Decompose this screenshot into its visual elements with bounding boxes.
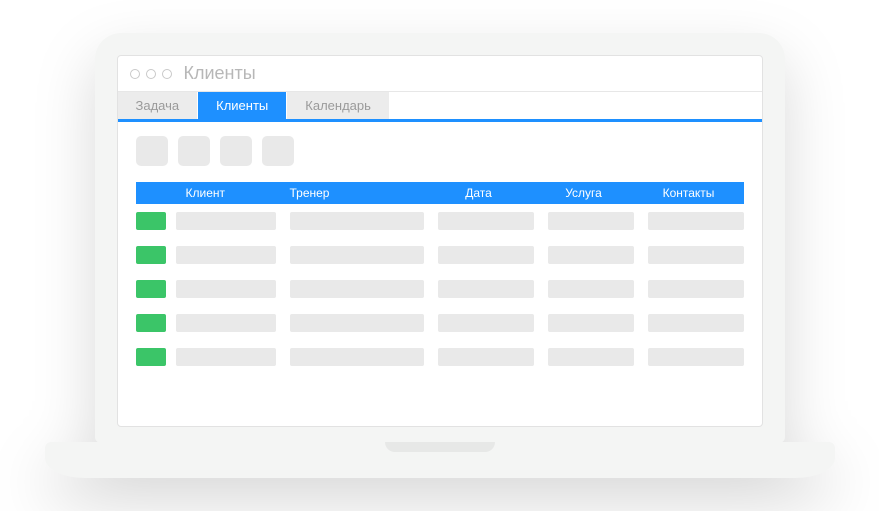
- status-badge: [136, 314, 166, 332]
- status-badge: [136, 348, 166, 366]
- cell-service: [548, 212, 634, 230]
- table-header: Клиент Тренер Дата Услуга Контакты: [136, 182, 744, 204]
- table-row[interactable]: [136, 204, 744, 238]
- status-badge: [136, 212, 166, 230]
- cell-client: [176, 246, 276, 264]
- col-service[interactable]: Услуга: [534, 186, 634, 200]
- status-badge: [136, 246, 166, 264]
- laptop-frame: Клиенты Задача Клиенты Календарь Клиен: [45, 33, 835, 478]
- toolbar-button-3[interactable]: [220, 136, 252, 166]
- cell-contact: [648, 212, 744, 230]
- cell-service: [548, 348, 634, 366]
- cell-contact: [648, 246, 744, 264]
- cell-contact: [648, 280, 744, 298]
- cell-date: [438, 212, 534, 230]
- cell-trainer: [290, 246, 424, 264]
- col-trainer[interactable]: Тренер: [286, 186, 424, 200]
- table-row[interactable]: [136, 238, 744, 272]
- app-window: Клиенты Задача Клиенты Календарь Клиен: [117, 55, 763, 427]
- table-row[interactable]: [136, 340, 744, 374]
- cell-trainer: [290, 212, 424, 230]
- toolbar-button-2[interactable]: [178, 136, 210, 166]
- cell-date: [438, 348, 534, 366]
- cell-client: [176, 280, 276, 298]
- cell-client: [176, 314, 276, 332]
- cell-client: [176, 348, 276, 366]
- tab-task[interactable]: Задача: [118, 92, 198, 119]
- close-icon[interactable]: [130, 69, 140, 79]
- cell-date: [438, 246, 534, 264]
- cell-client: [176, 212, 276, 230]
- col-client[interactable]: Клиент: [176, 186, 286, 200]
- window-titlebar: Клиенты: [118, 56, 762, 92]
- cell-contact: [648, 314, 744, 332]
- tab-bar: Задача Клиенты Календарь: [118, 92, 762, 122]
- maximize-icon[interactable]: [162, 69, 172, 79]
- cell-date: [438, 280, 534, 298]
- cell-service: [548, 314, 634, 332]
- laptop-base: [45, 442, 835, 478]
- cell-trainer: [290, 314, 424, 332]
- table-body: [136, 204, 744, 374]
- content-area: Клиент Тренер Дата Услуга Контакты: [118, 122, 762, 426]
- tab-clients[interactable]: Клиенты: [198, 92, 286, 119]
- table-row[interactable]: [136, 306, 744, 340]
- screen-bezel: Клиенты Задача Клиенты Календарь Клиен: [95, 33, 785, 443]
- cell-date: [438, 314, 534, 332]
- minimize-icon[interactable]: [146, 69, 156, 79]
- window-title: Клиенты: [184, 63, 256, 84]
- cell-contact: [648, 348, 744, 366]
- table-row[interactable]: [136, 272, 744, 306]
- toolbar-button-1[interactable]: [136, 136, 168, 166]
- window-controls[interactable]: [130, 69, 172, 79]
- col-contact[interactable]: Контакты: [634, 186, 744, 200]
- cell-service: [548, 280, 634, 298]
- cell-trainer: [290, 280, 424, 298]
- toolbar-button-4[interactable]: [262, 136, 294, 166]
- toolbar: [136, 136, 744, 166]
- tab-calendar[interactable]: Календарь: [287, 92, 389, 119]
- clients-table: Клиент Тренер Дата Услуга Контакты: [136, 182, 744, 374]
- status-badge: [136, 280, 166, 298]
- col-date[interactable]: Дата: [424, 186, 534, 200]
- cell-service: [548, 246, 634, 264]
- cell-trainer: [290, 348, 424, 366]
